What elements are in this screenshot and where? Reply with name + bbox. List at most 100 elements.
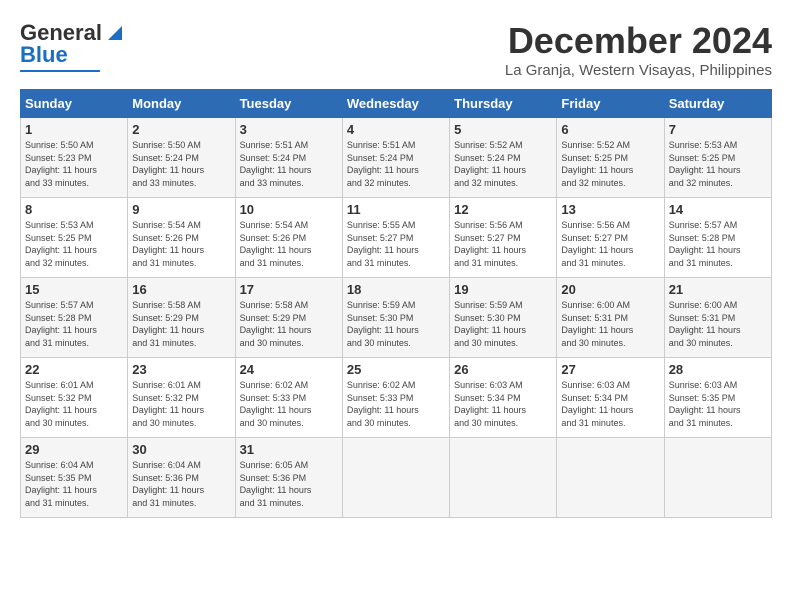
day-info: Sunrise: 5:50 AM Sunset: 5:23 PM Dayligh… <box>25 139 123 189</box>
calendar-cell: 29 Sunrise: 6:04 AM Sunset: 5:35 PM Dayli… <box>21 438 128 518</box>
logo-underline <box>20 70 100 72</box>
calendar-cell: 28 Sunrise: 6:03 AM Sunset: 5:35 PM Dayli… <box>664 358 771 438</box>
day-info: Sunrise: 5:57 AM Sunset: 5:28 PM Dayligh… <box>25 299 123 349</box>
month-title: December 2024 <box>505 20 772 62</box>
calendar-week-5: 29 Sunrise: 6:04 AM Sunset: 5:35 PM Dayli… <box>21 438 772 518</box>
day-number: 16 <box>132 282 230 297</box>
day-number: 5 <box>454 122 552 137</box>
day-info: Sunrise: 5:59 AM Sunset: 5:30 PM Dayligh… <box>454 299 552 349</box>
title-area: December 2024 La Granja, Western Visayas… <box>505 20 772 79</box>
calendar-cell: 18 Sunrise: 5:59 AM Sunset: 5:30 PM Dayli… <box>342 278 449 358</box>
calendar-cell: 12 Sunrise: 5:56 AM Sunset: 5:27 PM Dayli… <box>450 198 557 278</box>
day-info: Sunrise: 6:00 AM Sunset: 5:31 PM Dayligh… <box>669 299 767 349</box>
day-info: Sunrise: 5:54 AM Sunset: 5:26 PM Dayligh… <box>132 219 230 269</box>
day-info: Sunrise: 5:56 AM Sunset: 5:27 PM Dayligh… <box>561 219 659 269</box>
day-info: Sunrise: 6:03 AM Sunset: 5:34 PM Dayligh… <box>454 379 552 429</box>
calendar-cell: 5 Sunrise: 5:52 AM Sunset: 5:24 PM Daylig… <box>450 118 557 198</box>
calendar-cell: 2 Sunrise: 5:50 AM Sunset: 5:24 PM Daylig… <box>128 118 235 198</box>
day-number: 4 <box>347 122 445 137</box>
day-number: 17 <box>240 282 338 297</box>
calendar-cell: 7 Sunrise: 5:53 AM Sunset: 5:25 PM Daylig… <box>664 118 771 198</box>
day-number: 12 <box>454 202 552 217</box>
day-info: Sunrise: 5:50 AM Sunset: 5:24 PM Dayligh… <box>132 139 230 189</box>
day-number: 7 <box>669 122 767 137</box>
day-info: Sunrise: 6:03 AM Sunset: 5:34 PM Dayligh… <box>561 379 659 429</box>
calendar-week-4: 22 Sunrise: 6:01 AM Sunset: 5:32 PM Dayli… <box>21 358 772 438</box>
day-number: 29 <box>25 442 123 457</box>
calendar-cell: 30 Sunrise: 6:04 AM Sunset: 5:36 PM Dayli… <box>128 438 235 518</box>
day-number: 13 <box>561 202 659 217</box>
logo: General Blue <box>20 20 126 72</box>
day-number: 18 <box>347 282 445 297</box>
calendar-week-3: 15 Sunrise: 5:57 AM Sunset: 5:28 PM Dayli… <box>21 278 772 358</box>
day-number: 22 <box>25 362 123 377</box>
day-number: 19 <box>454 282 552 297</box>
day-info: Sunrise: 6:00 AM Sunset: 5:31 PM Dayligh… <box>561 299 659 349</box>
day-number: 10 <box>240 202 338 217</box>
day-number: 2 <box>132 122 230 137</box>
day-info: Sunrise: 5:58 AM Sunset: 5:29 PM Dayligh… <box>240 299 338 349</box>
calendar-cell <box>664 438 771 518</box>
calendar-cell: 17 Sunrise: 5:58 AM Sunset: 5:29 PM Dayli… <box>235 278 342 358</box>
day-number: 15 <box>25 282 123 297</box>
day-info: Sunrise: 5:58 AM Sunset: 5:29 PM Dayligh… <box>132 299 230 349</box>
calendar-week-2: 8 Sunrise: 5:53 AM Sunset: 5:25 PM Daylig… <box>21 198 772 278</box>
day-number: 31 <box>240 442 338 457</box>
day-number: 6 <box>561 122 659 137</box>
day-number: 25 <box>347 362 445 377</box>
calendar-cell <box>342 438 449 518</box>
header-friday: Friday <box>557 90 664 118</box>
day-info: Sunrise: 5:53 AM Sunset: 5:25 PM Dayligh… <box>25 219 123 269</box>
calendar-cell: 27 Sunrise: 6:03 AM Sunset: 5:34 PM Dayli… <box>557 358 664 438</box>
day-info: Sunrise: 5:52 AM Sunset: 5:25 PM Dayligh… <box>561 139 659 189</box>
calendar-cell: 31Sunrise: 6:05 AM Sunset: 5:36 PM Dayli… <box>235 438 342 518</box>
day-info: Sunrise: 6:04 AM Sunset: 5:35 PM Dayligh… <box>25 459 123 509</box>
day-info: Sunrise: 6:02 AM Sunset: 5:33 PM Dayligh… <box>240 379 338 429</box>
calendar-cell: 6 Sunrise: 5:52 AM Sunset: 5:25 PM Daylig… <box>557 118 664 198</box>
day-number: 30 <box>132 442 230 457</box>
day-info: Sunrise: 5:59 AM Sunset: 5:30 PM Dayligh… <box>347 299 445 349</box>
header: General Blue December 2024 La Granja, We… <box>20 20 772 79</box>
calendar-cell: 21Sunrise: 6:00 AM Sunset: 5:31 PM Dayli… <box>664 278 771 358</box>
calendar-cell: 23 Sunrise: 6:01 AM Sunset: 5:32 PM Dayli… <box>128 358 235 438</box>
day-info: Sunrise: 5:53 AM Sunset: 5:25 PM Dayligh… <box>669 139 767 189</box>
calendar-cell: 4Sunrise: 5:51 AM Sunset: 5:24 PM Daylig… <box>342 118 449 198</box>
header-tuesday: Tuesday <box>235 90 342 118</box>
day-info: Sunrise: 6:02 AM Sunset: 5:33 PM Dayligh… <box>347 379 445 429</box>
calendar-cell <box>557 438 664 518</box>
calendar-cell: 26 Sunrise: 6:03 AM Sunset: 5:34 PM Dayli… <box>450 358 557 438</box>
calendar-week-1: 1 Sunrise: 5:50 AM Sunset: 5:23 PM Daylig… <box>21 118 772 198</box>
day-number: 11 <box>347 202 445 217</box>
day-number: 1 <box>25 122 123 137</box>
day-info: Sunrise: 6:01 AM Sunset: 5:32 PM Dayligh… <box>25 379 123 429</box>
calendar-cell: 8 Sunrise: 5:53 AM Sunset: 5:25 PM Daylig… <box>21 198 128 278</box>
day-number: 23 <box>132 362 230 377</box>
calendar-header-row: SundayMondayTuesdayWednesdayThursdayFrid… <box>21 90 772 118</box>
day-number: 8 <box>25 202 123 217</box>
day-number: 3 <box>240 122 338 137</box>
day-info: Sunrise: 6:04 AM Sunset: 5:36 PM Dayligh… <box>132 459 230 509</box>
day-number: 27 <box>561 362 659 377</box>
day-info: Sunrise: 6:03 AM Sunset: 5:35 PM Dayligh… <box>669 379 767 429</box>
day-info: Sunrise: 5:52 AM Sunset: 5:24 PM Dayligh… <box>454 139 552 189</box>
day-info: Sunrise: 6:01 AM Sunset: 5:32 PM Dayligh… <box>132 379 230 429</box>
header-sunday: Sunday <box>21 90 128 118</box>
header-thursday: Thursday <box>450 90 557 118</box>
calendar-cell: 9Sunrise: 5:54 AM Sunset: 5:26 PM Daylig… <box>128 198 235 278</box>
location-title: La Granja, Western Visayas, Philippines <box>505 62 772 79</box>
day-number: 28 <box>669 362 767 377</box>
logo-blue: Blue <box>20 42 68 68</box>
day-info: Sunrise: 5:56 AM Sunset: 5:27 PM Dayligh… <box>454 219 552 269</box>
day-info: Sunrise: 5:55 AM Sunset: 5:27 PM Dayligh… <box>347 219 445 269</box>
day-number: 26 <box>454 362 552 377</box>
calendar-table: SundayMondayTuesdayWednesdayThursdayFrid… <box>20 89 772 518</box>
calendar-cell: 3Sunrise: 5:51 AM Sunset: 5:24 PM Daylig… <box>235 118 342 198</box>
calendar-cell <box>450 438 557 518</box>
header-monday: Monday <box>128 90 235 118</box>
header-saturday: Saturday <box>664 90 771 118</box>
calendar-cell: 25 Sunrise: 6:02 AM Sunset: 5:33 PM Dayli… <box>342 358 449 438</box>
calendar-cell: 14Sunrise: 5:57 AM Sunset: 5:28 PM Dayli… <box>664 198 771 278</box>
day-number: 20 <box>561 282 659 297</box>
calendar-cell: 16 Sunrise: 5:58 AM Sunset: 5:29 PM Dayli… <box>128 278 235 358</box>
calendar-cell: 13 Sunrise: 5:56 AM Sunset: 5:27 PM Dayli… <box>557 198 664 278</box>
